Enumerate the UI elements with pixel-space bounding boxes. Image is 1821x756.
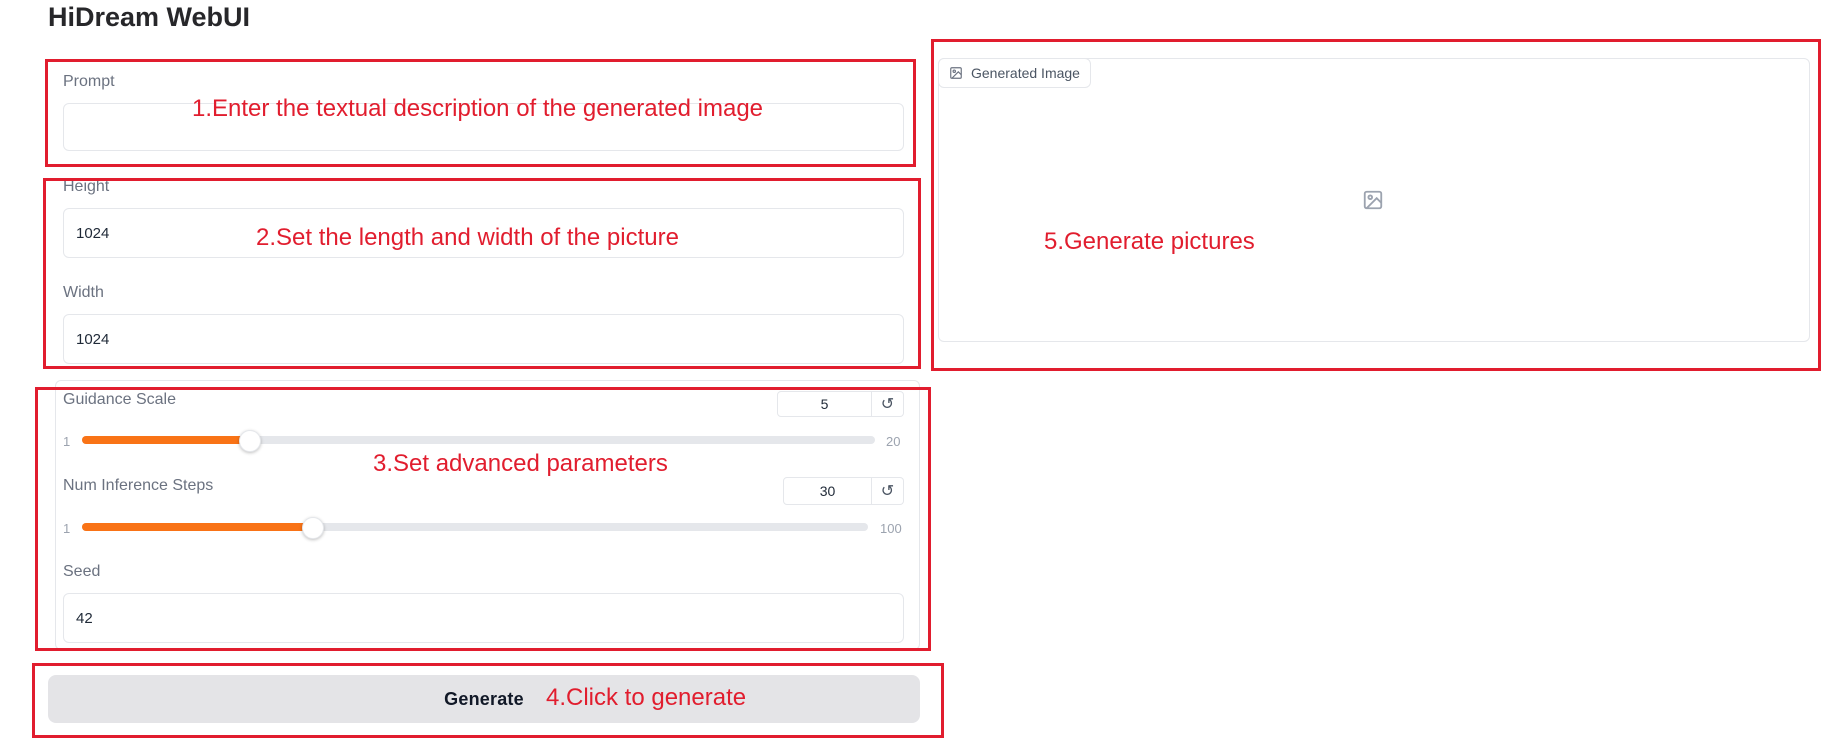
page-title: HiDream WebUI — [48, 2, 251, 32]
annotation-text-4: 4.Click to generate — [546, 684, 747, 711]
annotation-box-size — [43, 178, 921, 369]
annotation-text-5: 5.Generate pictures — [1044, 228, 1255, 255]
annotation-text-2: 2.Set the length and width of the pictur… — [256, 224, 679, 251]
annotation-box-output — [931, 39, 1821, 371]
annotation-box-generate — [32, 663, 944, 738]
annotation-text-1: 1.Enter the textual description of the g… — [192, 95, 764, 122]
annotation-box-advanced — [35, 387, 931, 651]
annotation-text-3: 3.Set advanced parameters — [373, 450, 668, 477]
